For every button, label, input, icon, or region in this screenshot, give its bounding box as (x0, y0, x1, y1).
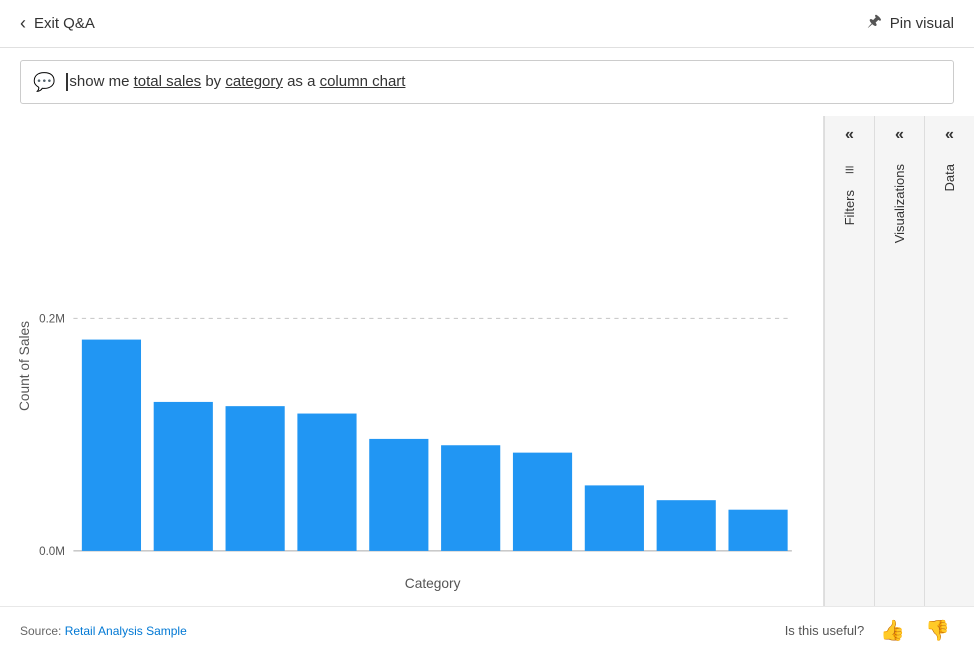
search-bubble-icon: 💬 (33, 72, 55, 93)
bar-100-groceries[interactable] (728, 510, 787, 551)
bar-040-juniors[interactable] (154, 402, 213, 551)
exit-qa-label: Exit Q&A (34, 15, 95, 32)
y-axis-label: Count of Sales (17, 321, 32, 411)
svg-text:0.2M: 0.2M (39, 313, 65, 326)
svg-text:0.0M: 0.0M (39, 545, 65, 558)
bar-chart: Count of Sales 0.0M 0.2M 090-Home 040-Ju… (10, 126, 813, 606)
source-link[interactable]: Retail Analysis Sample (65, 624, 187, 638)
filters-panel: « ≡ Filters (824, 116, 874, 606)
back-icon: ‹ (20, 13, 26, 34)
visualizations-panel-label: Visualizations (892, 164, 907, 243)
header: ‹ Exit Q&A 🖈 Pin visual (0, 0, 974, 48)
text-cursor (66, 73, 68, 91)
category-token: category (225, 73, 283, 90)
pin-visual-label: Pin visual (890, 15, 954, 32)
data-panel-label: Data (942, 164, 957, 191)
qa-search-bar[interactable]: 💬 show me total sales by category as a c… (20, 60, 954, 104)
bar-090-home[interactable] (82, 340, 141, 551)
data-collapse-button[interactable]: « (925, 116, 974, 154)
data-panel: « Data (924, 116, 974, 606)
pin-icon: 🖈 (867, 10, 882, 37)
chart-area: Count of Sales 0.0M 0.2M 090-Home 040-Ju… (0, 116, 824, 606)
bar-070-hosiery[interactable] (657, 500, 716, 551)
search-query-text: show me total sales by category as a col… (65, 73, 941, 91)
bar-060-intimate[interactable] (585, 485, 644, 551)
bar-010-womens[interactable] (441, 445, 500, 551)
filters-collapse-button[interactable]: « (825, 116, 874, 154)
thumbs-down-button[interactable]: 👎 (921, 616, 954, 645)
column-chart-token: column chart (320, 73, 406, 90)
bar-080-accessories[interactable] (369, 439, 428, 551)
source-attribution: Source: Retail Analysis Sample (20, 622, 187, 640)
bar-050-shoes[interactable] (513, 453, 572, 551)
bar-030-kids[interactable] (297, 414, 356, 551)
filters-panel-label: Filters (842, 190, 857, 225)
total-sales-token: total sales (134, 73, 202, 90)
right-panels: « ≡ Filters « Visualizations « Data (824, 116, 974, 606)
feedback-area: Is this useful? 👍 👎 (785, 616, 954, 645)
thumbs-up-button[interactable]: 👍 (876, 616, 909, 645)
exit-qa-button[interactable]: ‹ Exit Q&A (20, 13, 95, 34)
x-axis-label: Category (405, 576, 461, 591)
bar-020-mens[interactable] (226, 406, 285, 551)
pin-visual-button[interactable]: 🖈 Pin visual (867, 10, 954, 37)
footer: Source: Retail Analysis Sample Is this u… (0, 606, 974, 654)
visualizations-collapse-button[interactable]: « (875, 116, 924, 154)
source-prefix: Source: (20, 624, 65, 638)
visualizations-panel: « Visualizations (874, 116, 924, 606)
main-content: Count of Sales 0.0M 0.2M 090-Home 040-Ju… (0, 116, 974, 606)
feedback-label: Is this useful? (785, 623, 865, 638)
filters-icon: ≡ (845, 162, 854, 180)
